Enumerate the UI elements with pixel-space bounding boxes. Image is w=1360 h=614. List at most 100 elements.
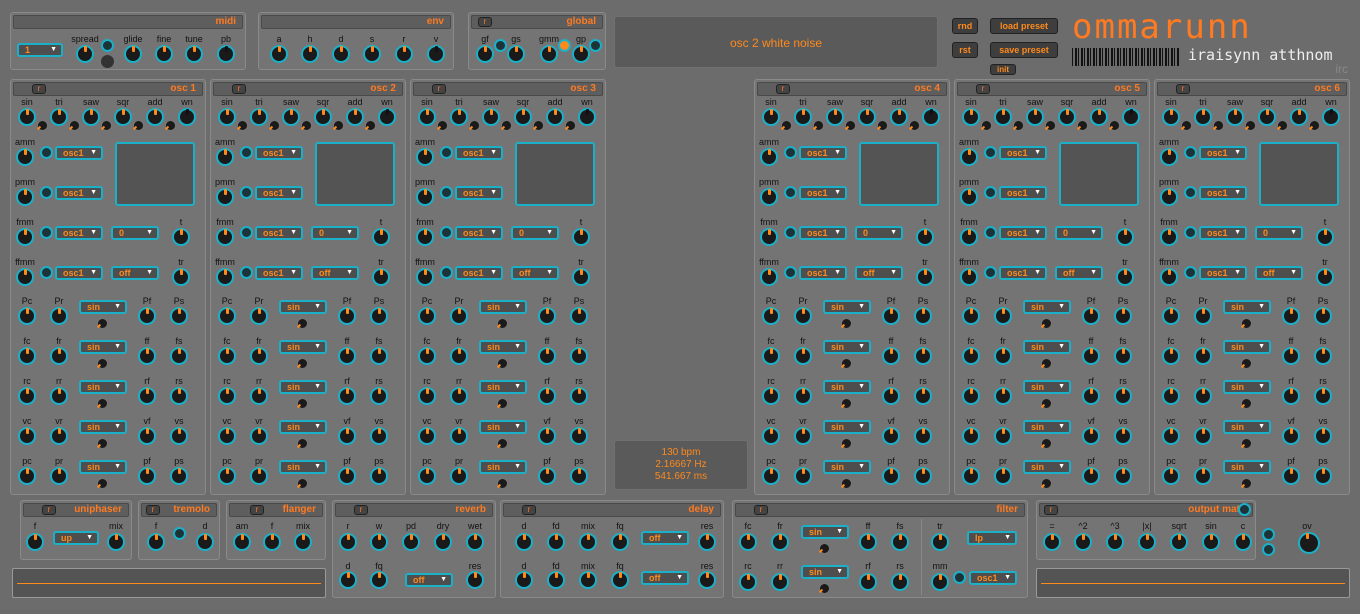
osc5-row0-knob-1[interactable] xyxy=(962,307,980,325)
osc2-row4-knob-4[interactable] xyxy=(370,467,388,485)
osc4-row1-knob-4[interactable] xyxy=(914,347,932,365)
osc6-wave-mini-knob-3[interactable] xyxy=(1277,120,1288,131)
osc4-row2-shape-select[interactable]: sin xyxy=(823,380,871,394)
osc4-mod-knob-2[interactable] xyxy=(760,228,778,246)
osc6-mod-led-2[interactable] xyxy=(1184,226,1197,239)
osc4-mod-led-3[interactable] xyxy=(784,266,797,279)
osc2-fmm-value-select[interactable]: 0 xyxy=(311,226,359,240)
osc5-wave-mini-knob-0[interactable] xyxy=(981,120,992,131)
output-led-top[interactable] xyxy=(1238,503,1251,516)
env-h-knob[interactable] xyxy=(301,45,319,63)
osc4-wave-mini-knob-3[interactable] xyxy=(877,120,888,131)
osc4-reset-button[interactable]: r xyxy=(776,84,790,94)
osc6-row2-knob-3[interactable] xyxy=(1282,387,1300,405)
filter-mm-knob[interactable] xyxy=(931,573,949,591)
osc1-ffmm-value-select[interactable]: off xyxy=(111,266,159,280)
flanger-reset-button[interactable]: r xyxy=(250,505,264,515)
reverb-w-knob[interactable] xyxy=(370,533,388,551)
osc5-wave-mini-knob-1[interactable] xyxy=(1013,120,1024,131)
osc5-row1-knob-4[interactable] xyxy=(1114,347,1132,365)
osc1-row3-mini-knob[interactable] xyxy=(97,438,108,449)
osc1-mod-source-select-3[interactable]: osc1 xyxy=(55,266,103,280)
osc6-row3-shape-select[interactable]: sin xyxy=(1223,420,1271,434)
spread-knob[interactable] xyxy=(76,45,94,63)
osc1-mod-knob-3[interactable] xyxy=(16,268,34,286)
osc5-row2-knob-3[interactable] xyxy=(1082,387,1100,405)
rst-button[interactable]: rst xyxy=(952,42,978,58)
osc1-row3-knob-4[interactable] xyxy=(170,427,188,445)
osc2-wave-mini-knob-1[interactable] xyxy=(269,120,280,131)
osc3-row0-mini-knob[interactable] xyxy=(497,318,508,329)
osc2-row2-knob-3[interactable] xyxy=(338,387,356,405)
osc6-row2-knob-1[interactable] xyxy=(1162,387,1180,405)
osc4-row1-knob-1[interactable] xyxy=(762,347,780,365)
osc1-row3-shape-select[interactable]: sin xyxy=(79,420,127,434)
osc3-row3-knob-2[interactable] xyxy=(450,427,468,445)
osc1-wave-knob-5[interactable] xyxy=(178,108,196,126)
output-math-reset-button[interactable]: r xyxy=(1044,505,1058,515)
osc3-row1-shape-select[interactable]: sin xyxy=(479,340,527,354)
flanger-am-knob[interactable] xyxy=(233,533,251,551)
osc2-wave-mini-knob-2[interactable] xyxy=(301,120,312,131)
delay-mode-select-2[interactable]: off xyxy=(641,571,689,585)
osc3-row2-knob-3[interactable] xyxy=(538,387,556,405)
out-c-knob[interactable] xyxy=(1234,533,1252,551)
osc2-mod-source-select-3[interactable]: osc1 xyxy=(255,266,303,280)
osc1-mod-source-select-2[interactable]: osc1 xyxy=(55,226,103,240)
osc1-row0-knob-1[interactable] xyxy=(18,307,36,325)
osc1-mod-led-2[interactable] xyxy=(40,226,53,239)
osc6-row2-knob-4[interactable] xyxy=(1314,387,1332,405)
osc5-mod-source-select-0[interactable]: osc1 xyxy=(999,146,1047,160)
osc4-row0-knob-1[interactable] xyxy=(762,307,780,325)
osc2-mod-source-select-1[interactable]: osc1 xyxy=(255,186,303,200)
osc4-row4-knob-4[interactable] xyxy=(914,467,932,485)
osc5-mod-led-3[interactable] xyxy=(984,266,997,279)
osc2-t-knob[interactable] xyxy=(372,228,390,246)
flanger-f-knob[interactable] xyxy=(263,533,281,551)
osc3-row2-shape-select[interactable]: sin xyxy=(479,380,527,394)
env-v-knob[interactable] xyxy=(427,45,445,63)
osc4-mod-knob-1[interactable] xyxy=(760,188,778,206)
osc4-row0-knob-4[interactable] xyxy=(914,307,932,325)
osc2-mod-knob-0[interactable] xyxy=(216,148,234,166)
delay-res-knob[interactable] xyxy=(698,533,716,551)
osc5-mod-knob-3[interactable] xyxy=(960,268,978,286)
osc2-row1-knob-2[interactable] xyxy=(250,347,268,365)
osc3-row1-mini-knob[interactable] xyxy=(497,358,508,369)
osc2-row4-shape-select[interactable]: sin xyxy=(279,460,327,474)
osc4-row3-shape-select[interactable]: sin xyxy=(823,420,871,434)
osc5-row4-knob-1[interactable] xyxy=(962,467,980,485)
global-reset-button[interactable]: r xyxy=(478,17,492,27)
osc6-mod-knob-2[interactable] xyxy=(1160,228,1178,246)
osc4-row1-mini-knob[interactable] xyxy=(841,358,852,369)
osc4-row2-knob-3[interactable] xyxy=(882,387,900,405)
osc4-mod-knob-3[interactable] xyxy=(760,268,778,286)
osc3-row4-shape-select[interactable]: sin xyxy=(479,460,527,474)
osc1-row0-mini-knob[interactable] xyxy=(97,318,108,329)
osc2-row4-knob-1[interactable] xyxy=(218,467,236,485)
filter-ff-knob[interactable] xyxy=(859,533,877,551)
out-abs-knob[interactable] xyxy=(1138,533,1156,551)
osc3-mod-led-1[interactable] xyxy=(440,186,453,199)
osc1-row1-knob-2[interactable] xyxy=(50,347,68,365)
osc5-row1-shape-select[interactable]: sin xyxy=(1023,340,1071,354)
osc1-mod-led-0[interactable] xyxy=(40,146,53,159)
osc3-row3-knob-4[interactable] xyxy=(570,427,588,445)
osc6-t-knob[interactable] xyxy=(1316,228,1334,246)
fine-knob[interactable] xyxy=(155,45,173,63)
osc3-wave-mini-knob-3[interactable] xyxy=(533,120,544,131)
osc3-row4-knob-4[interactable] xyxy=(570,467,588,485)
osc1-wave-mini-knob-0[interactable] xyxy=(37,120,48,131)
delay-fd2-knob[interactable] xyxy=(547,571,565,589)
osc6-row0-mini-knob[interactable] xyxy=(1241,318,1252,329)
osc6-fmm-value-select[interactable]: 0 xyxy=(1255,226,1303,240)
osc2-wave-knob-5[interactable] xyxy=(378,108,396,126)
osc5-t-knob[interactable] xyxy=(1116,228,1134,246)
osc4-row3-knob-4[interactable] xyxy=(914,427,932,445)
delay-d2-knob[interactable] xyxy=(515,571,533,589)
osc2-row3-knob-2[interactable] xyxy=(250,427,268,445)
osc1-fmm-value-select[interactable]: 0 xyxy=(111,226,159,240)
osc2-tr-knob[interactable] xyxy=(372,268,390,286)
osc4-mod-led-2[interactable] xyxy=(784,226,797,239)
osc3-mod-led-2[interactable] xyxy=(440,226,453,239)
